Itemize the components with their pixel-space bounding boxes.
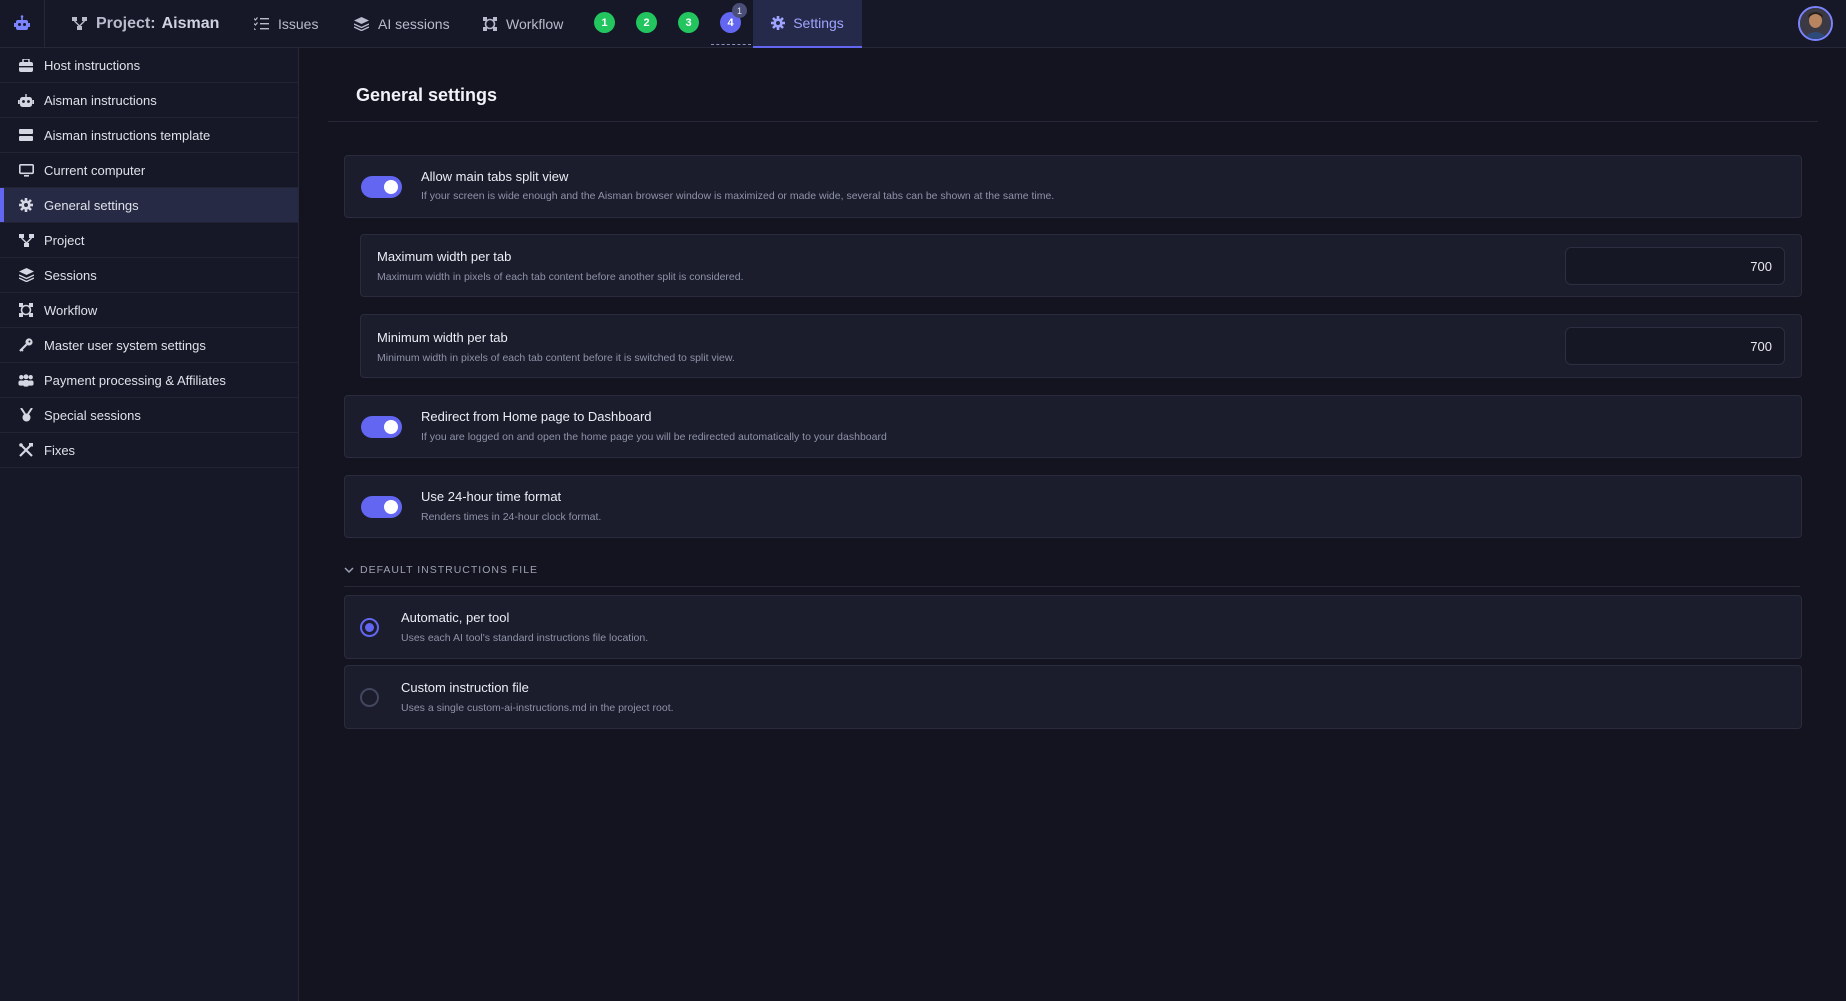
project-label: Project: [96, 14, 156, 32]
setting-title: Allow main tabs split view [421, 169, 569, 184]
host-icon [18, 57, 34, 73]
session-badge-2[interactable]: 2 [636, 12, 657, 33]
redirect-toggle[interactable] [361, 416, 402, 438]
sidebar-item-label: Master user system settings [44, 337, 206, 353]
setting-title: Redirect from Home page to Dashboard [421, 409, 652, 424]
layers-icon [354, 16, 369, 31]
setting-title: Maximum width per tab [377, 249, 512, 264]
setting-title: Minimum width per tab [377, 330, 508, 345]
nav-workflow-label: Workflow [506, 15, 564, 32]
medal-icon [18, 407, 34, 423]
nav-issues-label: Issues [278, 15, 319, 32]
tools-icon [18, 442, 34, 458]
sidebar-item-aisman-instructions[interactable]: Aisman instructions [0, 83, 298, 118]
title-divider [328, 121, 1818, 122]
option-title: Custom instruction file [401, 680, 529, 695]
robot-icon [18, 92, 34, 108]
radio-custom[interactable] [360, 688, 379, 707]
option-custom-instruction-file[interactable]: Custom instruction file Uses a single cu… [344, 665, 1802, 729]
sidebar-item-label: Aisman instructions [44, 92, 157, 108]
project-icon [72, 16, 87, 30]
setting-time-format: Use 24-hour time format Renders times in… [344, 475, 1802, 538]
user-avatar[interactable] [1798, 6, 1833, 41]
user-photo-icon [1800, 8, 1831, 39]
option-automatic-per-tool[interactable]: Automatic, per tool Uses each AI tool's … [344, 595, 1802, 659]
time-format-toggle[interactable] [361, 496, 402, 518]
sidebar-item-label: General settings [44, 197, 139, 213]
sidebar-item-current-computer[interactable]: Current computer [0, 153, 298, 188]
main-content: General settings Allow main tabs split v… [300, 48, 1846, 1001]
sidebar-item-fixes[interactable]: Fixes [0, 433, 298, 468]
checklist-icon [254, 17, 269, 30]
sidebar-item-label: Fixes [44, 442, 76, 458]
sidebar-item-label: Project [44, 232, 85, 248]
sidebar-item-master-user-system-settings[interactable]: Master user system settings [0, 328, 298, 363]
badge-counter: 1 [732, 3, 747, 18]
sidebar-item-label: Workflow [44, 302, 98, 318]
sidebar: Host instructions Aisman instructions Ai… [0, 48, 299, 1001]
users-icon [18, 372, 34, 388]
setting-title: Use 24-hour time format [421, 489, 562, 504]
sidebar-item-special-sessions[interactable]: Special sessions [0, 398, 298, 433]
option-description: Uses each AI tool's standard instruction… [401, 632, 649, 644]
tab-settings[interactable]: Settings [753, 0, 862, 48]
setting-description: Minimum width in pixels of each tab cont… [377, 352, 735, 364]
server-icon [18, 127, 34, 143]
workflow-icon [483, 16, 497, 31]
nav-workflow[interactable]: Workflow [483, 0, 563, 47]
robot-logo-icon [14, 15, 30, 30]
key-icon [18, 337, 34, 353]
tab-settings-label: Settings [793, 15, 844, 31]
layers-icon [18, 267, 34, 283]
gear-icon [771, 16, 786, 30]
section-label: DEFAULT INSTRUCTIONS FILE [360, 564, 539, 576]
sidebar-item-workflow[interactable]: Workflow [0, 293, 298, 328]
sidebar-item-label: Special sessions [44, 407, 141, 423]
sidebar-item-label: Payment processing & Affiliates [44, 372, 226, 388]
chevron-down-icon [344, 566, 354, 573]
badge-underline [711, 44, 751, 45]
setting-max-width: Maximum width per tab Maximum width in p… [360, 234, 1802, 297]
sidebar-item-payment-processing[interactable]: Payment processing & Affiliates [0, 363, 298, 398]
project-selector[interactable]: Project: Aisman [72, 0, 219, 47]
nav-ai-sessions-label: AI sessions [378, 15, 450, 32]
setting-description: If your screen is wide enough and the Ai… [421, 190, 1055, 202]
setting-split-view: Allow main tabs split view If your scree… [344, 155, 1802, 218]
project-name: Aisman [161, 14, 220, 32]
workflow-icon [18, 302, 34, 318]
nav-issues[interactable]: Issues [254, 0, 318, 47]
split-view-toggle[interactable] [361, 176, 402, 198]
setting-description: If you are logged on and open the home p… [421, 431, 887, 443]
radio-automatic[interactable] [360, 618, 379, 637]
page-title: General settings [356, 85, 498, 105]
top-bar: Project: Aisman Issues AI sessions Workf… [0, 0, 1846, 48]
sidebar-item-label: Current computer [44, 162, 146, 178]
app-logo[interactable] [0, 0, 45, 48]
gear-icon [18, 197, 34, 213]
setting-description: Maximum width in pixels of each tab cont… [377, 271, 744, 283]
setting-redirect-dashboard: Redirect from Home page to Dashboard If … [344, 395, 1802, 458]
option-description: Uses a single custom-ai-instructions.md … [401, 702, 674, 714]
section-divider [344, 586, 1800, 587]
setting-min-width: Minimum width per tab Minimum width in p… [360, 314, 1802, 378]
project-icon [18, 232, 34, 248]
monitor-icon [18, 162, 34, 178]
session-badge-1[interactable]: 1 [594, 12, 615, 33]
sidebar-item-aisman-instructions-template[interactable]: Aisman instructions template [0, 118, 298, 153]
session-badge-3[interactable]: 3 [678, 12, 699, 33]
section-toggle-default-instructions[interactable]: DEFAULT INSTRUCTIONS FILE [344, 564, 538, 576]
sidebar-item-project[interactable]: Project [0, 223, 298, 258]
sidebar-item-general-settings[interactable]: General settings [0, 188, 298, 223]
setting-description: Renders times in 24-hour clock format. [421, 511, 602, 523]
sidebar-item-label: Sessions [44, 267, 97, 283]
nav-ai-sessions[interactable]: AI sessions [354, 0, 450, 47]
option-title: Automatic, per tool [401, 610, 510, 625]
sidebar-item-host-instructions[interactable]: Host instructions [0, 48, 298, 83]
max-width-input[interactable] [1565, 247, 1785, 285]
sidebar-item-label: Aisman instructions template [44, 127, 211, 143]
min-width-input[interactable] [1565, 327, 1785, 365]
sidebar-item-sessions[interactable]: Sessions [0, 258, 298, 293]
sidebar-item-label: Host instructions [44, 57, 141, 73]
